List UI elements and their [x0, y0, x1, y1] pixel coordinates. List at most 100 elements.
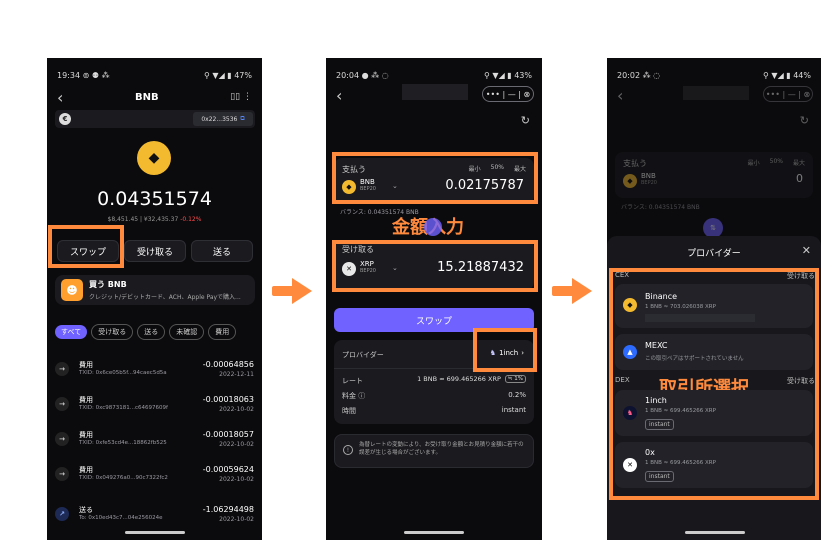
- fee-value: 0.2%: [508, 391, 526, 399]
- balance-change: -0.12%: [180, 216, 202, 223]
- tx-date: 2022-10-02: [219, 441, 254, 448]
- rate-notice: ! 為替レートの変動により、お受け取り金額とお見積り金額に若干の誤差が生じる場合…: [334, 434, 534, 468]
- phone-screen-2: 20:04 ● ⁂ ◌ ⚲ ▼◢ ▮ 43% ‹ ••• | — | ⊗ ↻ 支…: [326, 58, 542, 540]
- tx-row[interactable]: ↗ 送る To: 0x10ed43c7...04e256024e -1.0629…: [55, 501, 254, 531]
- tx-amount: -0.00064856: [202, 360, 254, 369]
- status-time: 20:02: [617, 70, 641, 80]
- balance-fiat-text: $8,451.45 | ¥32,435.37: [107, 216, 179, 223]
- tx-amount: -0.00018057: [202, 430, 254, 439]
- pay-balance: バランス: 0.04351574 BNB: [621, 204, 700, 211]
- home-indicator: [125, 531, 185, 534]
- pay-amount-presets: 最小 50% 最大: [748, 158, 805, 167]
- balance-fiat: $8,451.45 | ¥32,435.37 -0.12%: [47, 216, 262, 223]
- status-time: 20:04: [336, 70, 360, 80]
- fee-label: 料金 ⓘ: [342, 392, 366, 400]
- rate-value-row: 1 BNB ≈ 699.465266 XRP ≒ 1%: [417, 375, 526, 383]
- address-chip[interactable]: 0x22...3536 ⧉: [193, 112, 253, 126]
- back-icon[interactable]: ‹: [617, 86, 623, 105]
- tx-type: 費用: [79, 396, 93, 404]
- pay-amount-input[interactable]: 0: [796, 172, 803, 185]
- tx-arrow-icon: →: [55, 397, 69, 411]
- buy-card-icon: ☻: [61, 279, 83, 301]
- buy-subtitle: クレジット/デビットカード、ACH、Apple Payで購入...: [89, 294, 241, 301]
- flow-arrow-2-shaft: [552, 286, 574, 296]
- status-icons-right: ⚲ ▼◢ ▮ 47%: [204, 70, 252, 80]
- preset-min[interactable]: 最小: [748, 158, 760, 167]
- address-bar[interactable]: € 0x22...3536 ⧉: [55, 110, 255, 128]
- rate-notice-text: 為替レートの変動により、お受け取り金額とお見積り金額に若干の誤差が生じる場合がご…: [359, 442, 524, 457]
- provider-highlight-box: [473, 328, 537, 372]
- tx-row[interactable]: → 費用 TXID: 0x6ce05b5f...94caec5d5a -0.00…: [55, 356, 254, 386]
- tx-date: 2022-10-02: [219, 516, 254, 523]
- tx-row[interactable]: → 費用 TXID: 0xfe53cd4e...18862fb525 -0.00…: [55, 426, 254, 456]
- status-bar: 20:02 ⁂ ◌ ⚲ ▼◢ ▮ 44%: [617, 68, 811, 82]
- pay-highlight-box: [332, 152, 538, 204]
- filter-send[interactable]: 送る: [137, 324, 166, 340]
- copy-icon[interactable]: ⧉: [240, 115, 244, 123]
- swap-highlight-box: [48, 225, 124, 268]
- provider-label: プロバイダー: [342, 351, 384, 359]
- status-icons-right: ⚲ ▼◢ ▮ 43%: [484, 70, 532, 80]
- filter-unconfirmed[interactable]: 未確認: [169, 324, 205, 340]
- status-time: 19:34: [57, 70, 81, 80]
- status-bar: 19:34 ⊚ ⚉ ⁂ ⚲ ▼◢ ▮ 47%: [57, 68, 252, 82]
- rate-label: レート: [342, 377, 363, 385]
- pay-coin-selector[interactable]: BNB BEP20: [641, 172, 657, 186]
- page-title: BNB: [135, 91, 159, 103]
- status-icons-right: ⚲ ▼◢ ▮ 44%: [763, 70, 811, 80]
- filter-fee[interactable]: 費用: [208, 324, 237, 340]
- tx-amount: -0.00059624: [202, 465, 254, 474]
- tx-date: 2022-10-02: [219, 406, 254, 413]
- back-icon[interactable]: ‹: [57, 88, 63, 107]
- pay-card: 支払う 最小 50% 最大 ◆ BNB BEP20 0: [615, 152, 813, 198]
- filter-receive[interactable]: 受け取る: [91, 324, 134, 340]
- tx-send-icon: ↗: [55, 507, 69, 521]
- home-indicator: [685, 531, 745, 534]
- preset-max[interactable]: 最大: [793, 158, 805, 167]
- miniapp-controls[interactable]: ••• | — | ⊗: [763, 86, 813, 102]
- pay-coin: BNB: [641, 172, 656, 180]
- receive-highlight-box: [332, 240, 538, 292]
- balance-amount: 0.04351574: [97, 188, 212, 210]
- history-icon[interactable]: ↻: [800, 114, 809, 127]
- phone-screen-1: 19:34 ⊚ ⚉ ⁂ ⚲ ▼◢ ▮ 47% ‹ BNB ▯▯ ⋮ € 0x22…: [47, 58, 262, 540]
- buy-banner[interactable]: ☻ 買う BNB クレジット/デビットカード、ACH、Apple Payで購入.…: [55, 275, 255, 305]
- tx-id: TXID: 0x6ce05b5f...94caec5d5a: [79, 370, 167, 376]
- tx-id: TXID: 0xc9873181...c64697609f: [79, 405, 168, 411]
- history-icon[interactable]: ↻: [521, 114, 530, 127]
- slippage-badge[interactable]: ≒ 1%: [504, 375, 526, 383]
- title-redacted: [402, 84, 468, 100]
- info-icon: !: [343, 445, 353, 455]
- swap-direction-icon[interactable]: ⇅: [703, 218, 723, 238]
- close-icon[interactable]: ✕: [802, 244, 811, 257]
- title-redacted: [683, 86, 749, 100]
- tx-type: 費用: [79, 431, 93, 439]
- address-value: 0x22...3536: [201, 115, 238, 123]
- tx-date: 2022-10-02: [219, 476, 254, 483]
- tx-row[interactable]: → 費用 TXID: 0xc9873181...c64697609f -0.00…: [55, 391, 254, 421]
- status-icons-left: ⊚ ⚉ ⁂: [82, 70, 110, 80]
- home-indicator: [404, 531, 464, 534]
- bnb-coin-icon: ◆: [623, 174, 637, 188]
- back-icon[interactable]: ‹: [336, 86, 342, 105]
- phone-screen-3: 20:02 ⁂ ◌ ⚲ ▼◢ ▮ 44% ‹ ••• | — | ⊗ ↻ 支払う…: [607, 58, 821, 540]
- send-button[interactable]: 送る: [191, 240, 253, 262]
- tx-date: 2022-12-11: [219, 371, 254, 378]
- rate-value: 1 BNB ≈ 699.465266 XRP: [417, 375, 501, 383]
- time-label: 時間: [342, 407, 356, 415]
- provider-list-highlight-box: [609, 268, 819, 500]
- header-menu-icons[interactable]: ▯▯ ⋮: [230, 92, 252, 102]
- filter-all[interactable]: すべて: [55, 325, 88, 339]
- status-icons-left: ● ⁂ ◌: [361, 70, 389, 80]
- tx-row[interactable]: → 費用 TXID: 0x049276a0...90c7322fc2 -0.00…: [55, 461, 254, 491]
- swap-direction-icon[interactable]: [424, 218, 442, 236]
- pay-chain: BEP20: [641, 180, 657, 186]
- receive-button[interactable]: 受け取る: [124, 240, 186, 262]
- tx-amount: -0.00018063: [202, 395, 254, 404]
- preset-50[interactable]: 50%: [770, 158, 783, 167]
- wallet-icon: €: [59, 113, 71, 125]
- filter-tabs: すべて 受け取る 送る 未確認 費用: [55, 324, 237, 340]
- tx-id: To: 0x10ed43c7...04e256024e: [79, 515, 163, 521]
- pay-label: 支払う: [623, 159, 647, 168]
- miniapp-controls[interactable]: ••• | — | ⊗: [482, 86, 534, 102]
